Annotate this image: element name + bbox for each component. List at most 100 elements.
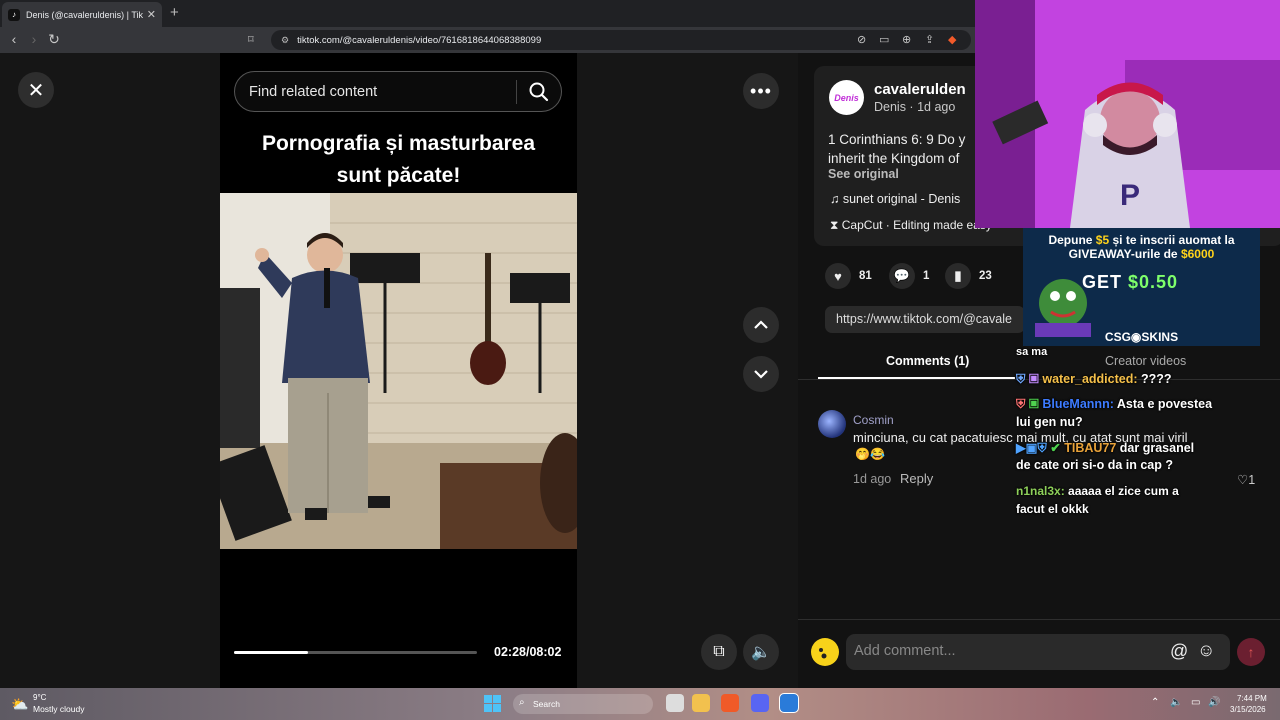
like-count: 81 bbox=[859, 270, 872, 282]
sound-link[interactable]: ♫ sunet original - Denis bbox=[830, 192, 960, 206]
description-line-2: inherit the Kingdom of bbox=[828, 151, 960, 166]
audio-tray-icon[interactable]: 🔈 bbox=[1170, 697, 1182, 708]
chevron-down-icon bbox=[754, 370, 768, 379]
clock-time[interactable]: 7:44 PM bbox=[1237, 694, 1267, 703]
chat-message-4-cont: facut el okkk bbox=[1016, 502, 1089, 516]
commenter-avatar[interactable] bbox=[818, 410, 846, 438]
arrow-up-icon: ↑ bbox=[1247, 644, 1255, 660]
commenter-name[interactable]: Cosmin bbox=[853, 413, 894, 427]
svg-text:P: P bbox=[1120, 179, 1140, 212]
input-divider bbox=[798, 619, 1280, 620]
reply-button[interactable]: Reply bbox=[900, 471, 933, 486]
clock-date[interactable]: 3/15/2026 bbox=[1230, 705, 1266, 714]
brave-shield-icon[interactable]: ◆ bbox=[948, 33, 956, 46]
promo-text-c: și te inscrii auomat la bbox=[1109, 233, 1235, 247]
heart-outline-icon: ♡ bbox=[1237, 473, 1249, 487]
more-options-button[interactable]: ••• bbox=[743, 73, 779, 109]
webcam-overlay: P bbox=[975, 0, 1280, 228]
taskbar-search[interactable]: ⌕ Search bbox=[513, 694, 653, 714]
promo-get-label: GET bbox=[1082, 272, 1129, 292]
sound-label: sunet original - Denis bbox=[842, 192, 961, 206]
file-explorer-icon[interactable] bbox=[692, 694, 710, 712]
task-view-icon[interactable] bbox=[666, 694, 684, 712]
chat-user-3: TIBAU77 bbox=[1064, 441, 1117, 455]
creator-username[interactable]: cavalerulden bbox=[874, 81, 966, 98]
forward-icon[interactable]: › bbox=[26, 31, 42, 47]
caption-line-1: Pornografia și masturbarea bbox=[261, 132, 536, 155]
reload-icon[interactable]: ↻ bbox=[46, 31, 62, 48]
weather-icon[interactable]: ⛅ bbox=[11, 696, 28, 713]
bookmark-icon[interactable]: ⌑ bbox=[248, 33, 254, 46]
previous-video-button[interactable] bbox=[743, 307, 779, 343]
capcut-link[interactable]: ⧗ CapCut · Editing made easy bbox=[830, 218, 992, 233]
search-icon[interactable] bbox=[527, 80, 551, 104]
avatar-text: Denis bbox=[834, 92, 859, 103]
promo-giveaway-text: GIVEAWAY-urile de bbox=[1068, 247, 1181, 261]
chat-user-1: water_addicted: bbox=[1042, 372, 1138, 386]
windows-logo-icon bbox=[484, 695, 501, 712]
back-icon[interactable]: ‹ bbox=[6, 31, 22, 47]
comment-date: 1d ago bbox=[853, 472, 892, 486]
share-icon[interactable]: ⇪ bbox=[925, 33, 934, 46]
chevron-up-icon bbox=[754, 320, 768, 329]
video-description: 1 Corinthians 6: 9 Do y inherit the King… bbox=[828, 130, 988, 168]
chat-text-4: aaaaa el zice cum a bbox=[1064, 484, 1179, 498]
network-icon[interactable]: ▭ bbox=[1191, 697, 1200, 708]
close-tab-icon[interactable]: ✕ bbox=[147, 8, 156, 21]
chat-partial-line: sa ma bbox=[1016, 346, 1048, 358]
like-button[interactable]: ♥ 81 bbox=[825, 263, 872, 289]
emoji-avatar-icon[interactable] bbox=[811, 638, 839, 666]
promo-get: GET $0.50 bbox=[1082, 272, 1178, 293]
no-track-icon[interactable]: ⊘ bbox=[857, 33, 866, 46]
comment-like-count: 1 bbox=[1248, 473, 1256, 487]
emoji-picker-icon[interactable]: ☺ bbox=[1197, 640, 1215, 661]
emoji-face-icon bbox=[819, 648, 827, 659]
new-tab-button[interactable]: + bbox=[170, 4, 179, 21]
tab-comments[interactable]: Comments (1) bbox=[886, 354, 969, 368]
chat-text-1: ???? bbox=[1137, 372, 1172, 386]
creator-subline: Denis · 1d ago bbox=[874, 100, 956, 114]
brave-icon[interactable] bbox=[721, 694, 739, 712]
tray-overflow-icon[interactable]: ⌃ bbox=[1151, 697, 1159, 708]
bookmark-icon: ▮ bbox=[945, 263, 971, 289]
search-divider bbox=[516, 80, 517, 104]
save-count: 23 bbox=[979, 270, 992, 282]
chat-message-1: ⛨ ▣ water_addicted: ???? bbox=[1016, 372, 1172, 387]
search-icon: ⌕ bbox=[519, 697, 525, 708]
creator-avatar[interactable]: Denis bbox=[829, 80, 864, 115]
tiktok-icon: ♪ bbox=[8, 8, 20, 21]
app-icon[interactable] bbox=[779, 693, 799, 713]
floating-player-button[interactable]: ⧉ bbox=[701, 634, 737, 670]
start-icon[interactable] bbox=[484, 695, 501, 712]
copy-link-field[interactable]: https://www.tiktok.com/@cavale bbox=[825, 306, 1025, 333]
next-video-button[interactable] bbox=[743, 356, 779, 392]
site-settings-icon[interactable]: ⚙ bbox=[281, 35, 289, 46]
see-original-link[interactable]: See original bbox=[828, 167, 899, 181]
video-frame[interactable] bbox=[220, 193, 577, 549]
post-comment-button[interactable]: ↑ bbox=[1237, 638, 1265, 666]
tab-creator-videos[interactable]: Creator videos bbox=[1105, 354, 1186, 368]
chat-message-3: ▶▣⛨ ✔ TIBAU77 dar grasanel bbox=[1016, 440, 1194, 456]
video-caption-overlay: Pornografia și masturbarea sunt păcate! bbox=[220, 128, 577, 192]
webcam-image: P bbox=[975, 0, 1280, 228]
chat-text-3: dar grasanel bbox=[1116, 441, 1195, 455]
volume-icon[interactable]: 🔊 bbox=[1208, 697, 1220, 708]
zoom-icon[interactable]: ⊕ bbox=[902, 33, 911, 46]
browser-tab[interactable]: ♪ Denis (@cavaleruldenis) | TikT ✕ bbox=[2, 2, 162, 27]
pip-icon: ⧉ bbox=[713, 643, 725, 660]
weather-temp[interactable]: 9°C bbox=[33, 693, 46, 702]
comment-button[interactable]: 💬 1 bbox=[889, 263, 929, 289]
mention-icon[interactable]: @ bbox=[1170, 641, 1188, 662]
related-search-input[interactable]: Find related content bbox=[234, 71, 562, 112]
tab-title: Denis (@cavaleruldenis) | TikT bbox=[26, 9, 143, 20]
promo-text-a: Depune bbox=[1048, 233, 1096, 247]
comment-like-button[interactable]: ♡1 bbox=[1237, 472, 1255, 487]
volume-button[interactable]: 🔈 bbox=[743, 634, 779, 670]
cast-icon[interactable]: ▭ bbox=[879, 33, 889, 46]
chat-text-2: Asta e povestea bbox=[1113, 397, 1213, 411]
save-button[interactable]: ▮ 23 bbox=[945, 263, 992, 289]
discord-icon[interactable] bbox=[751, 694, 769, 712]
description-line-1: 1 Corinthians 6: 9 Do y bbox=[828, 132, 966, 147]
close-video-button[interactable]: ✕ bbox=[18, 72, 54, 108]
weather-desc[interactable]: Mostly cloudy bbox=[33, 704, 85, 714]
